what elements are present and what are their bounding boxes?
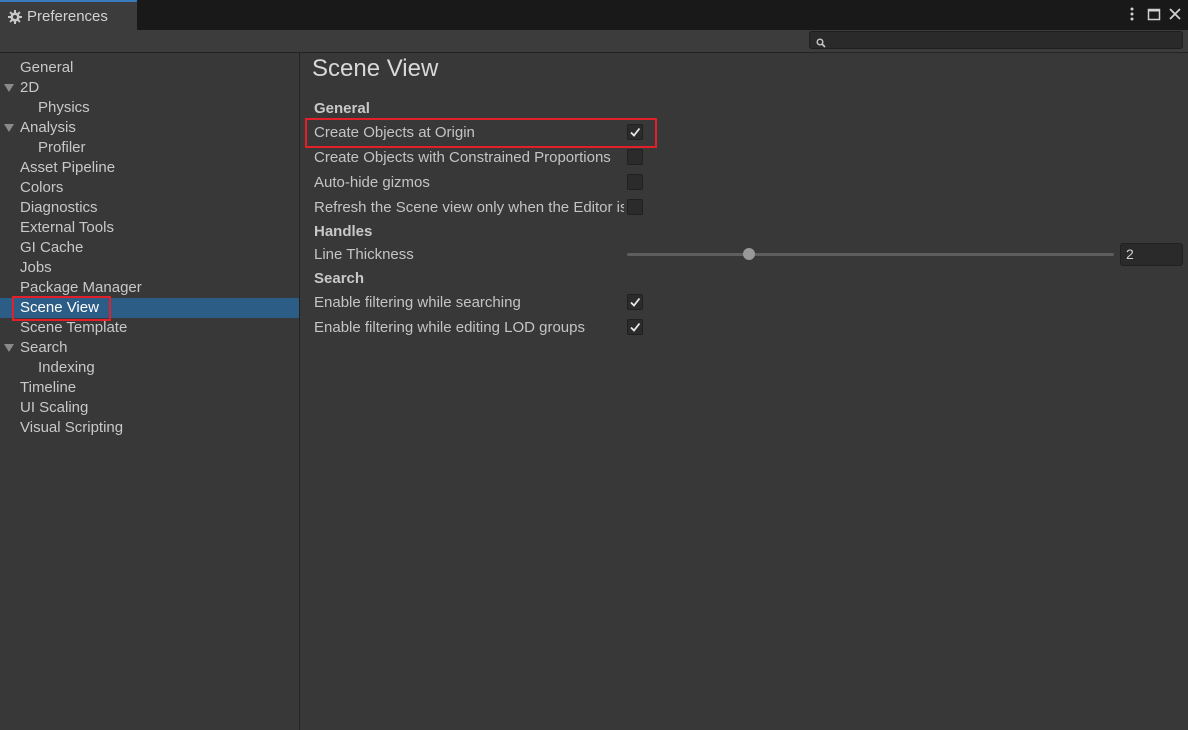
auto-hide-gizmos-checkbox[interactable]: [627, 174, 643, 190]
sidebar-item-label: Timeline: [20, 379, 77, 396]
sidebar-item-search[interactable]: Search: [0, 338, 299, 358]
sidebar-item-label: General: [20, 59, 74, 76]
maximize-icon[interactable]: [1146, 6, 1162, 22]
sidebar-item-gi-cache[interactable]: GI Cache: [0, 238, 299, 258]
refresh-scene-view-label: Refresh the Scene view only when the Edi…: [314, 199, 624, 216]
filter-searching-label: Enable filtering while searching: [314, 294, 521, 311]
sidebar-item-label: Search: [20, 339, 68, 356]
sidebar-item-label: Asset Pipeline: [20, 159, 116, 176]
sidebar-item-label: External Tools: [20, 219, 114, 236]
window-title: Preferences: [27, 8, 108, 25]
toolbar: [0, 30, 1188, 53]
sidebar-item-diagnostics[interactable]: Diagnostics: [0, 198, 299, 218]
sidebar-item-label: 2D: [20, 79, 40, 96]
sidebar-item-label: Jobs: [20, 259, 52, 276]
sidebar-item-colors[interactable]: Colors: [0, 178, 299, 198]
line-thickness-slider-track[interactable]: [627, 253, 1114, 256]
filter-lod-checkbox[interactable]: [627, 319, 643, 335]
refresh-scene-view-checkbox[interactable]: [627, 199, 643, 215]
selection-highlight-outline: [12, 296, 111, 321]
sidebar-item-label: Indexing: [38, 359, 95, 376]
sidebar-item-label: Physics: [38, 99, 90, 116]
expand-arrow-icon[interactable]: [4, 344, 14, 352]
close-icon[interactable]: [1167, 6, 1183, 22]
sidebar-item-label: Colors: [20, 179, 64, 196]
filter-searching-checkbox[interactable]: [627, 294, 643, 310]
sidebar-item-label: Scene Template: [20, 319, 128, 336]
preferences-sidebar: General 2D Physics Analysis Profiler Ass…: [0, 53, 300, 730]
search-input[interactable]: [830, 32, 1176, 48]
page-title: Scene View: [312, 55, 439, 82]
gear-icon: [8, 10, 22, 24]
constrained-proportions-label: Create Objects with Constrained Proporti…: [314, 149, 611, 166]
settings-panel: Scene View General Create Objects at Ori…: [300, 53, 1188, 730]
search-icon: [816, 35, 826, 48]
auto-hide-gizmos-label: Auto-hide gizmos: [314, 174, 430, 191]
sidebar-item-ui-scaling[interactable]: UI Scaling: [0, 398, 299, 418]
section-heading-handles: Handles: [314, 223, 373, 240]
highlight-outline: [305, 118, 657, 148]
preferences-tab[interactable]: Preferences: [0, 0, 137, 30]
section-heading-search: Search: [314, 270, 365, 287]
sidebar-item-label: GI Cache: [20, 239, 84, 256]
sidebar-item-general[interactable]: General: [0, 58, 299, 78]
sidebar-item-jobs[interactable]: Jobs: [0, 258, 299, 278]
sidebar-item-package-manager[interactable]: Package Manager: [0, 278, 299, 298]
more-options-icon[interactable]: [1124, 6, 1140, 22]
constrained-proportions-checkbox[interactable]: [627, 149, 643, 165]
search-field[interactable]: [809, 31, 1183, 49]
sidebar-item-label: Diagnostics: [20, 199, 98, 216]
sidebar-item-label: Analysis: [20, 119, 76, 136]
filter-lod-label: Enable filtering while editing LOD group…: [314, 319, 585, 336]
line-thickness-value-field[interactable]: 2: [1120, 243, 1183, 266]
sidebar-item-profiler[interactable]: Profiler: [0, 138, 299, 158]
sidebar-item-timeline[interactable]: Timeline: [0, 378, 299, 398]
sidebar-item-external-tools[interactable]: External Tools: [0, 218, 299, 238]
section-heading-general: General: [314, 100, 370, 117]
sidebar-item-2d[interactable]: 2D: [0, 78, 299, 98]
sidebar-item-label: UI Scaling: [20, 399, 89, 416]
expand-arrow-icon[interactable]: [4, 124, 14, 132]
sidebar-item-analysis[interactable]: Analysis: [0, 118, 299, 138]
sidebar-item-scene-template[interactable]: Scene Template: [0, 318, 299, 338]
expand-arrow-icon[interactable]: [4, 84, 14, 92]
sidebar-item-asset-pipeline[interactable]: Asset Pipeline: [0, 158, 299, 178]
window-tab-bar: Preferences: [0, 0, 1188, 30]
sidebar-item-indexing[interactable]: Indexing: [0, 358, 299, 378]
sidebar-item-physics[interactable]: Physics: [0, 98, 299, 118]
sidebar-item-label: Package Manager: [20, 279, 142, 296]
sidebar-item-label: Visual Scripting: [20, 419, 124, 436]
sidebar-item-label: Profiler: [38, 139, 86, 156]
sidebar-item-visual-scripting[interactable]: Visual Scripting: [0, 418, 299, 438]
line-thickness-slider-handle[interactable]: [742, 248, 755, 260]
line-thickness-label: Line Thickness: [314, 246, 414, 263]
